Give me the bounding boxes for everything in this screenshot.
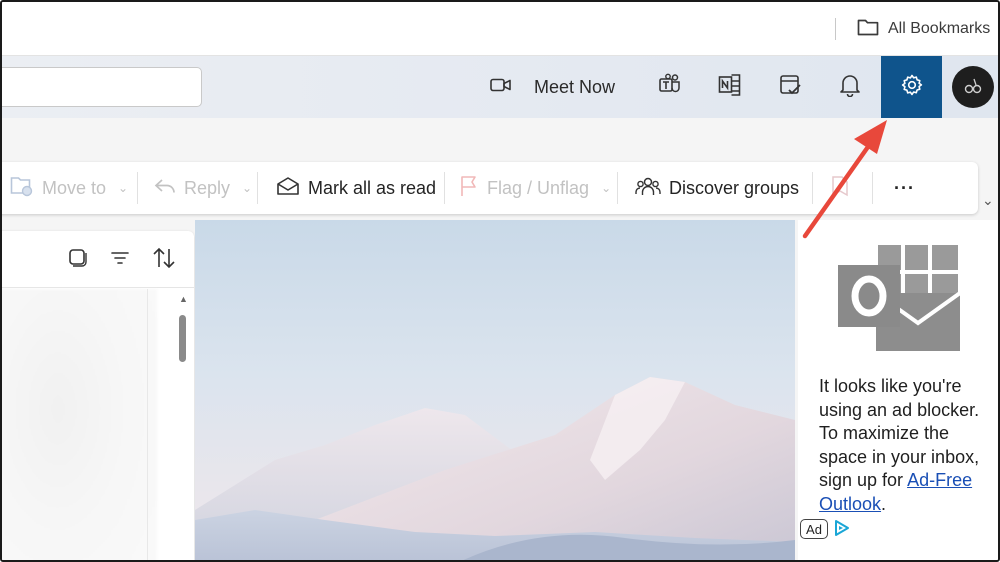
command-ribbon: Move to ⌄ Reply ⌄ Mark all as read Flag …	[2, 162, 978, 214]
chevron-down-icon: ⌄	[601, 181, 612, 195]
message-list	[2, 231, 194, 560]
chevron-down-icon: ⌄	[242, 181, 253, 195]
ribbon-separator	[257, 172, 258, 204]
avatar[interactable]	[952, 66, 994, 108]
list-divider	[2, 287, 194, 288]
discover-groups-button[interactable]: Discover groups	[635, 162, 799, 214]
ad-pane: It looks like you're using an ad blocker…	[798, 220, 998, 560]
sort-icon[interactable]	[152, 247, 176, 274]
envelope-open-icon	[276, 176, 300, 201]
reply-button[interactable]: Reply ⌄	[154, 162, 252, 214]
move-to-button[interactable]: Move to ⌄	[10, 162, 128, 214]
chevron-down-icon: ⌄	[118, 181, 129, 195]
flag-unflag-label: Flag / Unflag	[487, 177, 590, 198]
mark-all-read-button[interactable]: Mark all as read	[276, 162, 436, 214]
adchoices-icon[interactable]	[834, 519, 850, 542]
ribbon-separator	[812, 172, 813, 204]
flag-unflag-button[interactable]: Flag / Unflag ⌄	[459, 162, 611, 214]
meet-now-button[interactable]: Meet Now	[490, 56, 615, 118]
outlook-logo-icon	[838, 245, 962, 358]
folder-icon	[857, 18, 879, 41]
ribbon-separator	[137, 172, 138, 204]
gear-icon	[900, 73, 924, 102]
ad-badge[interactable]: Ad	[800, 519, 828, 539]
ad-message-period: .	[881, 493, 887, 514]
teams-button[interactable]	[652, 56, 688, 118]
scrollbar-thumb[interactable]	[179, 315, 186, 362]
onenote-icon	[718, 73, 742, 102]
discover-groups-label: Discover groups	[669, 177, 800, 198]
select-icon[interactable]	[68, 248, 88, 273]
ad-blocker-message: It looks like you're using an ad blocker…	[819, 375, 991, 516]
more-options-button[interactable]: ···	[894, 162, 915, 214]
tag-icon	[830, 175, 850, 202]
all-bookmarks-button[interactable]: All Bookmarks	[857, 16, 990, 42]
reply-label: Reply	[184, 177, 231, 198]
ribbon-expand-icon[interactable]: ⌄	[982, 192, 994, 209]
meet-now-label: Meet Now	[534, 76, 616, 97]
bookmarks-bar: All Bookmarks	[2, 2, 998, 56]
list-toolbar	[68, 247, 176, 274]
reply-icon	[154, 177, 176, 200]
ribbon-separator	[872, 172, 873, 204]
filter-icon[interactable]	[110, 250, 130, 271]
onenote-button[interactable]	[712, 56, 748, 118]
ribbon-separator	[617, 172, 618, 204]
bell-icon	[839, 73, 861, 102]
list-border	[147, 289, 148, 560]
mountain-background-image	[195, 220, 795, 560]
todo-icon	[779, 73, 803, 102]
move-folder-icon	[10, 175, 34, 202]
ribbon-separator	[444, 172, 445, 204]
video-camera-icon	[490, 77, 512, 98]
outlook-header: Meet Now	[2, 56, 998, 118]
search-input[interactable]	[2, 67, 202, 107]
move-to-label: Move to	[42, 177, 107, 198]
scroll-up-arrow[interactable]: ▲	[179, 294, 188, 304]
people-icon	[635, 175, 661, 202]
screen: All Bookmarks Meet Now Move to ⌄ Reply ⌄…	[0, 0, 1000, 562]
blurred-message-list[interactable]	[2, 289, 157, 560]
mark-all-read-label: Mark all as read	[308, 177, 437, 198]
categorize-button[interactable]	[830, 162, 850, 214]
reading-pane	[195, 220, 795, 560]
flag-icon	[459, 175, 479, 202]
todo-button[interactable]	[773, 56, 809, 118]
teams-icon	[657, 73, 683, 102]
all-bookmarks-label: All Bookmarks	[888, 20, 991, 37]
settings-button[interactable]	[881, 56, 942, 118]
bookmarks-separator	[835, 18, 836, 40]
notifications-button[interactable]	[832, 56, 868, 118]
